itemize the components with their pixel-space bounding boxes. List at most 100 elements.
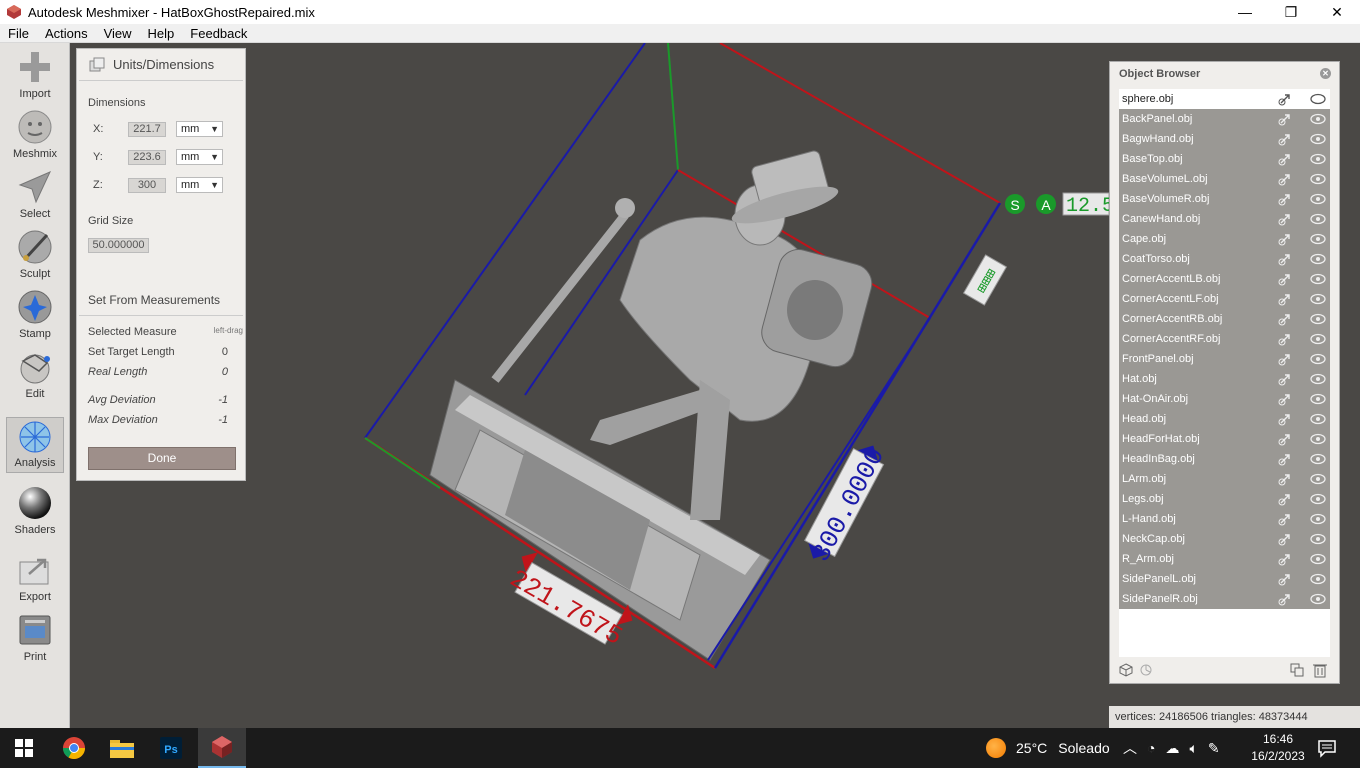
menu-feedback[interactable]: Feedback bbox=[182, 26, 255, 41]
select-object-icon[interactable] bbox=[1278, 232, 1292, 246]
object-row[interactable]: Hat.obj bbox=[1119, 369, 1330, 389]
select-object-icon[interactable] bbox=[1278, 292, 1292, 306]
select-object-icon[interactable] bbox=[1278, 192, 1292, 206]
object-row[interactable]: Hat-OnAir.obj bbox=[1119, 389, 1330, 409]
minimize-button[interactable]: — bbox=[1222, 0, 1268, 24]
target-length-row[interactable]: Set Target Length 0 bbox=[88, 346, 243, 358]
tool-import[interactable]: Import bbox=[6, 47, 64, 103]
visibility-eye-icon[interactable] bbox=[1310, 513, 1326, 525]
object-row[interactable]: SidePanelL.obj bbox=[1119, 569, 1330, 589]
pivot-icon[interactable] bbox=[1139, 663, 1153, 677]
select-object-icon[interactable] bbox=[1278, 572, 1292, 586]
visibility-eye-icon[interactable] bbox=[1310, 213, 1326, 225]
close-button[interactable]: ✕ bbox=[1314, 0, 1360, 24]
notification-icon[interactable] bbox=[1317, 738, 1337, 758]
tool-stamp[interactable]: Stamp bbox=[6, 287, 64, 343]
visibility-eye-icon[interactable] bbox=[1310, 253, 1326, 265]
object-row[interactable]: CornerAccentRF.obj bbox=[1119, 329, 1330, 349]
tool-sculpt[interactable]: Sculpt bbox=[6, 227, 64, 283]
object-row[interactable]: Legs.obj bbox=[1119, 489, 1330, 509]
visibility-eye-icon[interactable] bbox=[1310, 193, 1326, 205]
dim-y-unit-select[interactable]: mm bbox=[176, 149, 223, 165]
object-row[interactable]: Cape.obj bbox=[1119, 229, 1330, 249]
tool-meshmix[interactable]: Meshmix bbox=[6, 107, 64, 163]
object-row[interactable]: HeadInBag.obj bbox=[1119, 449, 1330, 469]
select-object-icon[interactable] bbox=[1278, 512, 1292, 526]
visibility-eye-icon[interactable] bbox=[1310, 553, 1326, 565]
select-object-icon[interactable] bbox=[1278, 272, 1292, 286]
select-object-icon[interactable] bbox=[1278, 592, 1292, 606]
ghost-model[interactable] bbox=[429, 150, 876, 661]
visibility-eye-icon[interactable] bbox=[1310, 353, 1326, 365]
pen-icon[interactable]: ✎ bbox=[1208, 740, 1220, 757]
visibility-eye-icon[interactable] bbox=[1310, 293, 1326, 305]
select-object-icon[interactable] bbox=[1278, 372, 1292, 386]
menu-file[interactable]: File bbox=[0, 26, 37, 41]
tool-analysis[interactable]: Analysis bbox=[6, 417, 64, 473]
select-object-icon[interactable] bbox=[1278, 472, 1292, 486]
select-object-icon[interactable] bbox=[1278, 112, 1292, 126]
object-row[interactable]: BaseVolumeR.obj bbox=[1119, 189, 1330, 209]
maximize-button[interactable]: ❐ bbox=[1268, 0, 1314, 24]
visibility-eye-icon[interactable] bbox=[1310, 433, 1326, 445]
taskbar-photoshop[interactable]: Ps bbox=[147, 728, 195, 768]
visibility-eye-icon[interactable] bbox=[1310, 93, 1326, 105]
taskbar-meshmixer[interactable] bbox=[198, 728, 246, 768]
cloud-icon[interactable]: ☁ bbox=[1165, 740, 1179, 757]
select-object-icon[interactable] bbox=[1278, 252, 1292, 266]
tool-select[interactable]: Select bbox=[6, 167, 64, 223]
object-row[interactable]: sphere.obj bbox=[1119, 89, 1330, 109]
object-row[interactable]: BagwHand.obj bbox=[1119, 129, 1330, 149]
visibility-eye-icon[interactable] bbox=[1310, 273, 1326, 285]
network-icon[interactable]: ◔ bbox=[1147, 740, 1155, 756]
object-row[interactable]: BackPanel.obj bbox=[1119, 109, 1330, 129]
done-button[interactable]: Done bbox=[88, 447, 236, 470]
dim-z-field[interactable]: 300 bbox=[128, 177, 166, 193]
chevron-up-icon[interactable]: ︿ bbox=[1123, 738, 1137, 758]
visibility-eye-icon[interactable] bbox=[1310, 413, 1326, 425]
object-row[interactable]: LArm.obj bbox=[1119, 469, 1330, 489]
visibility-eye-icon[interactable] bbox=[1310, 233, 1326, 245]
object-row[interactable]: CornerAccentLF.obj bbox=[1119, 289, 1330, 309]
dim-x-unit-select[interactable]: mm bbox=[176, 121, 223, 137]
dim-z-unit-select[interactable]: mm bbox=[176, 177, 223, 193]
visibility-eye-icon[interactable] bbox=[1310, 133, 1326, 145]
visibility-eye-icon[interactable] bbox=[1310, 393, 1326, 405]
object-row[interactable]: Head.obj bbox=[1119, 409, 1330, 429]
select-object-icon[interactable] bbox=[1278, 452, 1292, 466]
object-row[interactable]: CornerAccentLB.obj bbox=[1119, 269, 1330, 289]
object-row[interactable]: BaseVolumeL.obj bbox=[1119, 169, 1330, 189]
trash-icon[interactable] bbox=[1313, 662, 1327, 678]
start-button[interactable] bbox=[0, 728, 48, 768]
object-row[interactable]: SidePanelR.obj bbox=[1119, 589, 1330, 609]
object-row[interactable]: NeckCap.obj bbox=[1119, 529, 1330, 549]
grid-size-field[interactable]: 50.000000 bbox=[88, 238, 149, 253]
object-row[interactable]: FrontPanel.obj bbox=[1119, 349, 1330, 369]
tool-print[interactable]: Print bbox=[6, 610, 64, 666]
visibility-eye-icon[interactable] bbox=[1310, 533, 1326, 545]
select-object-icon[interactable] bbox=[1278, 132, 1292, 146]
object-row[interactable]: CornerAccentRB.obj bbox=[1119, 309, 1330, 329]
dim-y-field[interactable]: 223.6 bbox=[128, 149, 166, 165]
visibility-eye-icon[interactable] bbox=[1310, 473, 1326, 485]
select-object-icon[interactable] bbox=[1278, 172, 1292, 186]
dim-x-field[interactable]: 221.7 bbox=[128, 121, 166, 137]
select-object-icon[interactable] bbox=[1278, 432, 1292, 446]
tool-export[interactable]: Export bbox=[6, 550, 64, 606]
weather-widget[interactable]: 25°C Soleado bbox=[986, 728, 1110, 768]
object-row[interactable]: R_Arm.obj bbox=[1119, 549, 1330, 569]
visibility-eye-icon[interactable] bbox=[1310, 573, 1326, 585]
tool-edit[interactable]: Edit bbox=[6, 347, 64, 403]
object-row[interactable]: HeadForHat.obj bbox=[1119, 429, 1330, 449]
select-object-icon[interactable] bbox=[1278, 332, 1292, 346]
tool-shaders[interactable]: Shaders bbox=[6, 483, 64, 539]
select-object-icon[interactable] bbox=[1278, 392, 1292, 406]
duplicate-icon[interactable] bbox=[1290, 663, 1304, 677]
select-object-icon[interactable] bbox=[1278, 532, 1292, 546]
clock[interactable]: 16:46 16/2/2023 bbox=[1248, 731, 1308, 765]
taskbar-chrome[interactable] bbox=[50, 728, 98, 768]
visibility-eye-icon[interactable] bbox=[1310, 453, 1326, 465]
select-object-icon[interactable] bbox=[1278, 552, 1292, 566]
select-object-icon[interactable] bbox=[1278, 412, 1292, 426]
visibility-eye-icon[interactable] bbox=[1310, 153, 1326, 165]
